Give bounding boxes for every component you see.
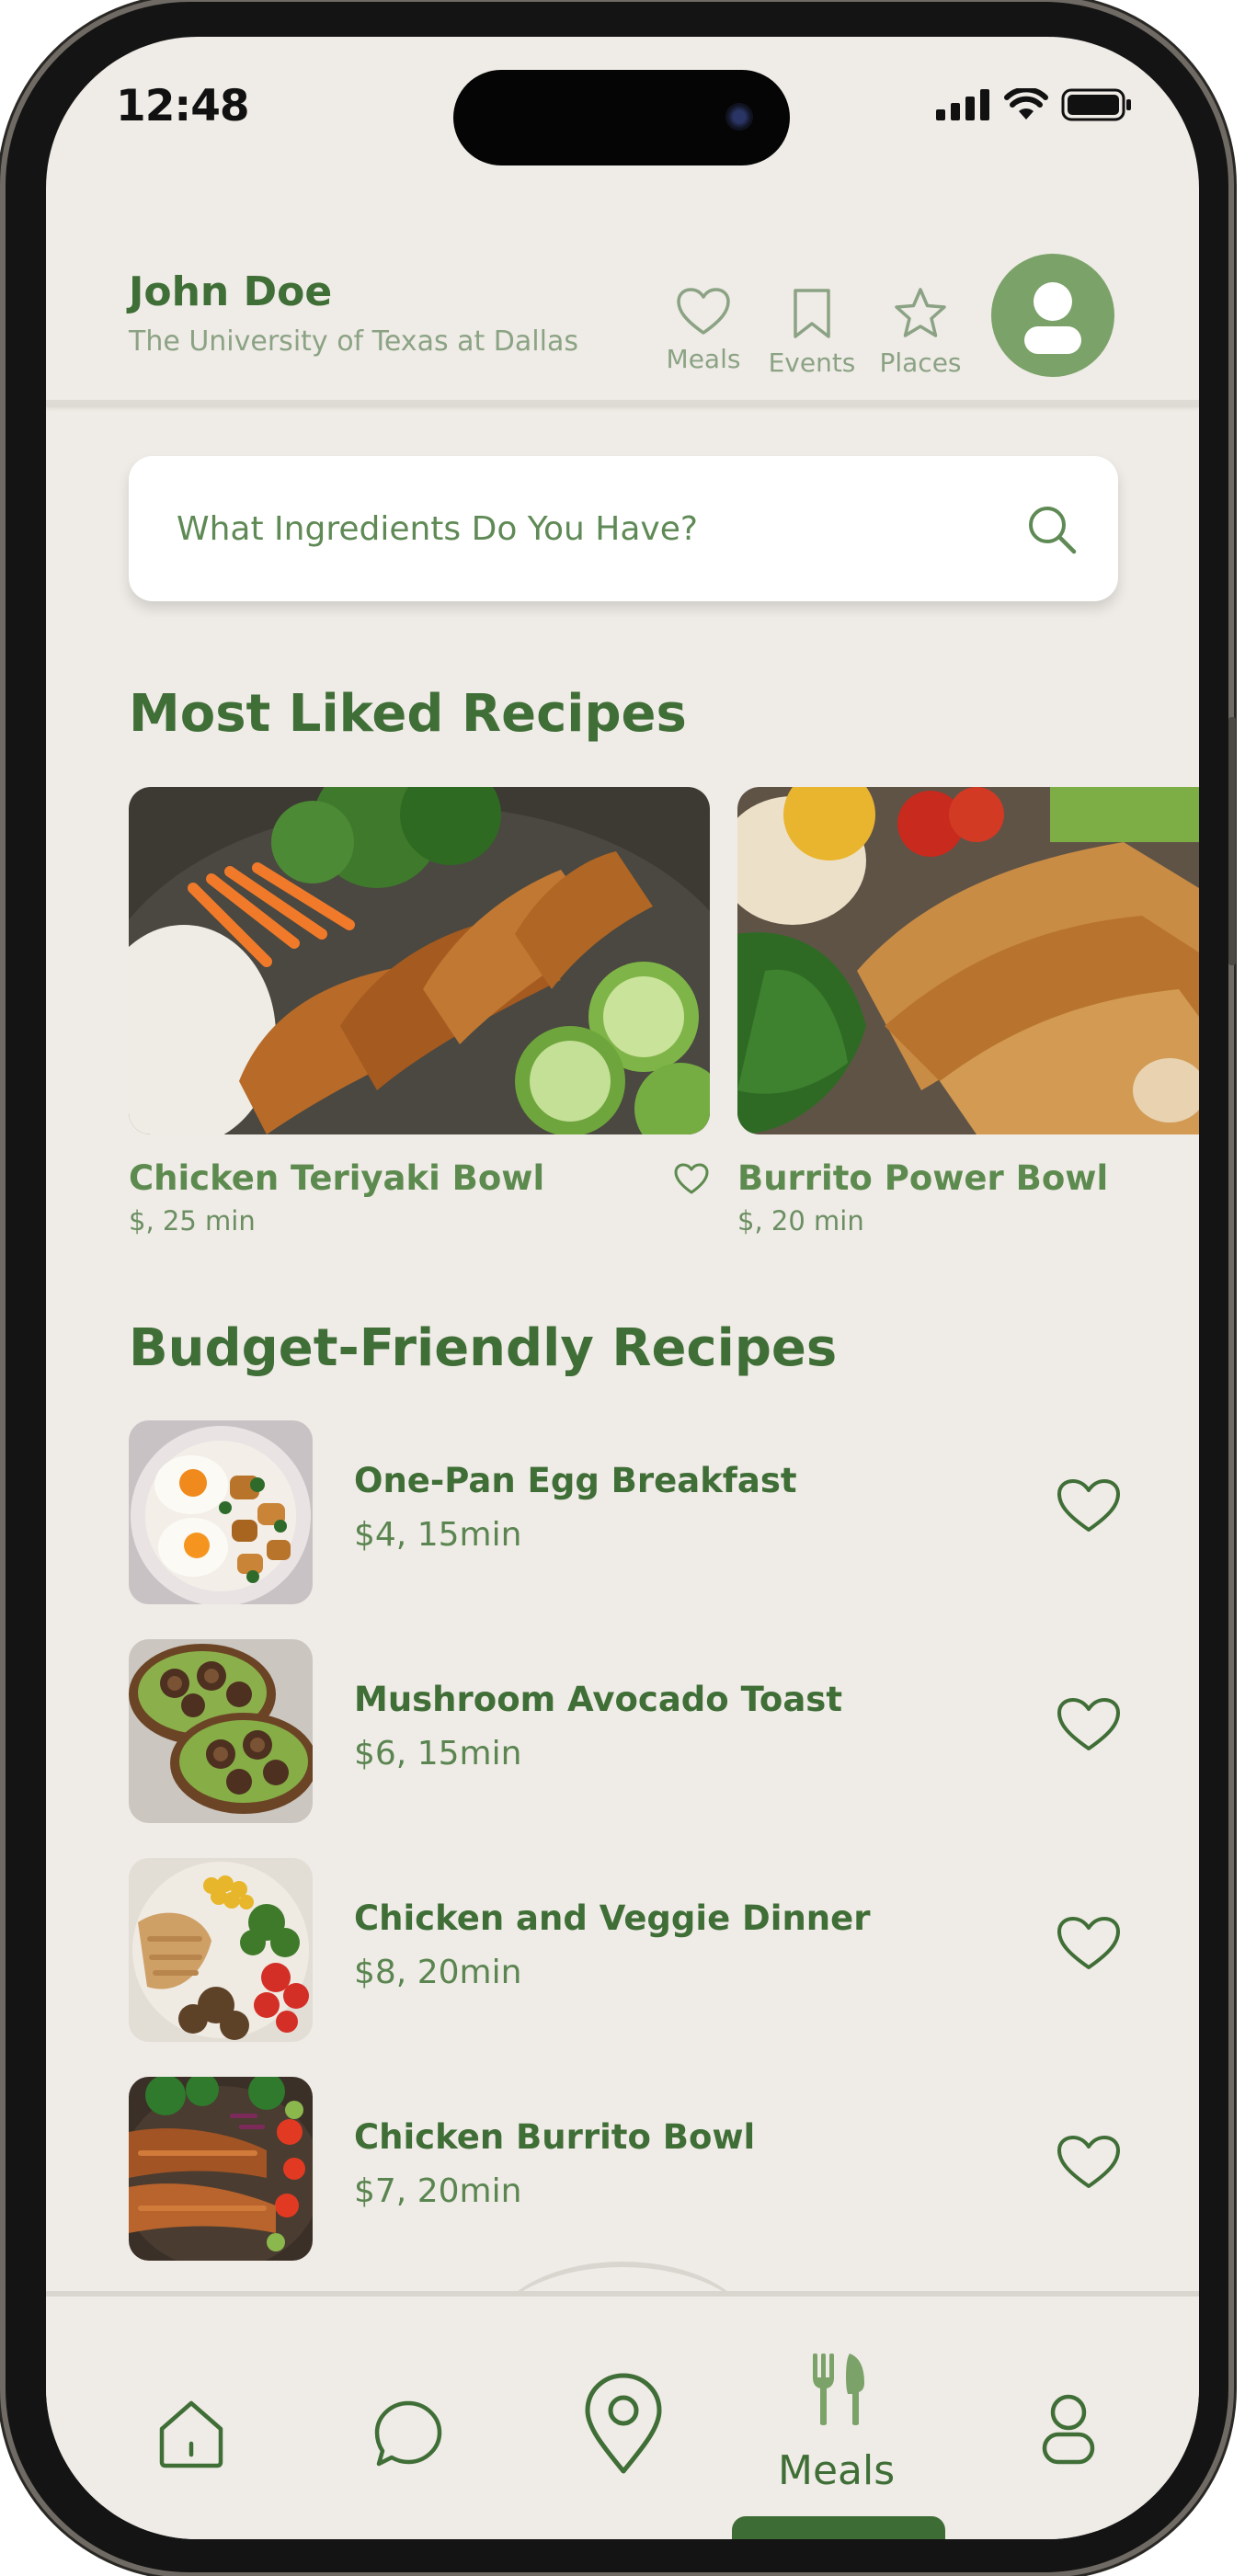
item-meta: $8, 20min bbox=[354, 1954, 522, 1991]
header-nav-places[interactable]: Places bbox=[870, 287, 971, 378]
recipe-thumbnail bbox=[129, 1639, 313, 1823]
nav-map[interactable] bbox=[582, 2372, 665, 2480]
card-meta: $, 20 min bbox=[737, 1205, 864, 1237]
wifi-icon bbox=[1004, 88, 1048, 120]
recipe-card[interactable]: Chicken Teriyaki Bowl $, 25 min bbox=[129, 787, 710, 1237]
burrito-bowl-photo bbox=[737, 787, 1199, 1134]
list-item[interactable]: Chicken and Veggie Dinner $8, 20min bbox=[129, 1858, 1122, 2042]
header-divider bbox=[46, 400, 1199, 407]
status-time: 12:48 bbox=[116, 81, 250, 131]
nav-chat[interactable] bbox=[371, 2398, 445, 2475]
chicken-burrito-bowl-photo bbox=[129, 2077, 313, 2261]
favorite-button[interactable] bbox=[1056, 1477, 1122, 1538]
nav-active-label: Meals bbox=[778, 2447, 896, 2494]
recipe-thumbnail bbox=[129, 2077, 313, 2261]
teriyaki-bowl-photo bbox=[129, 787, 710, 1134]
avocado-toast-photo bbox=[129, 1639, 313, 1823]
item-title: One-Pan Egg Breakfast bbox=[354, 1461, 797, 1500]
home-icon bbox=[159, 2400, 223, 2468]
recipe-thumbnail bbox=[129, 1858, 313, 2042]
status-icons bbox=[936, 88, 1133, 121]
heart-icon bbox=[677, 288, 730, 335]
heart-icon bbox=[674, 1163, 709, 1194]
header-nav-label: Meals bbox=[666, 344, 741, 374]
item-meta: $6, 15min bbox=[354, 1735, 522, 1772]
header-nav-label: Events bbox=[768, 348, 856, 378]
recipe-image bbox=[737, 787, 1199, 1134]
avatar[interactable] bbox=[991, 254, 1114, 377]
nav-home[interactable] bbox=[154, 2398, 228, 2475]
nav-meals[interactable] bbox=[811, 2352, 868, 2431]
item-title: Chicken Burrito Bowl bbox=[354, 2117, 756, 2157]
item-title: Mushroom Avocado Toast bbox=[354, 1680, 843, 1719]
star-icon bbox=[895, 288, 946, 337]
search-button[interactable] bbox=[1024, 502, 1079, 561]
section-title-budget: Budget-Friendly Recipes bbox=[129, 1318, 838, 1378]
search-input[interactable] bbox=[175, 493, 988, 564]
egg-breakfast-photo bbox=[129, 1420, 313, 1604]
recipe-image bbox=[129, 787, 710, 1134]
search-bar[interactable] bbox=[129, 456, 1118, 601]
header-nav-meals[interactable]: Meals bbox=[653, 287, 754, 374]
chat-icon bbox=[374, 2400, 442, 2467]
list-item[interactable]: Chicken Burrito Bowl $7, 20min bbox=[129, 2077, 1122, 2261]
bookmark-icon bbox=[794, 289, 830, 338]
search-icon bbox=[1029, 507, 1077, 554]
favorite-button[interactable] bbox=[1056, 1696, 1122, 1757]
user-school: The University of Texas at Dallas bbox=[129, 325, 578, 358]
card-title: Burrito Power Bowl bbox=[737, 1158, 1109, 1198]
map-pin-icon bbox=[585, 2373, 662, 2474]
item-meta: $4, 15min bbox=[354, 1516, 522, 1554]
app-screen: 12:48 John Doe The University of Texas a… bbox=[46, 37, 1199, 2539]
battery-icon bbox=[1061, 88, 1131, 121]
user-name: John Doe bbox=[129, 268, 333, 315]
item-title: Chicken and Veggie Dinner bbox=[354, 1898, 871, 1938]
favorite-button[interactable] bbox=[1056, 2134, 1122, 2194]
fork-knife-icon bbox=[813, 2354, 864, 2425]
nav-profile[interactable] bbox=[1041, 2392, 1096, 2473]
recipe-card[interactable]: Burrito Power Bowl $, 20 min bbox=[737, 787, 1199, 1237]
section-title-most-liked: Most Liked Recipes bbox=[129, 684, 687, 744]
card-title: Chicken Teriyaki Bowl bbox=[129, 1158, 545, 1198]
list-item[interactable]: Mushroom Avocado Toast $6, 15min bbox=[129, 1639, 1122, 1823]
favorite-button[interactable] bbox=[1056, 1915, 1122, 1976]
favorite-button[interactable] bbox=[673, 1162, 710, 1199]
profile-icon bbox=[1042, 2394, 1095, 2465]
heart-icon bbox=[1057, 1479, 1120, 1532]
header-nav-events[interactable]: Events bbox=[761, 287, 862, 378]
power-button bbox=[1228, 717, 1236, 965]
camera-icon bbox=[725, 103, 753, 131]
active-tab-indicator bbox=[732, 2516, 945, 2539]
list-item[interactable]: One-Pan Egg Breakfast $4, 15min bbox=[129, 1420, 1122, 1604]
user-icon bbox=[1024, 282, 1081, 354]
card-meta: $, 25 min bbox=[129, 1205, 256, 1237]
cellular-signal-icon bbox=[936, 89, 989, 120]
header-nav-label: Places bbox=[879, 348, 962, 378]
dynamic-island bbox=[453, 70, 790, 165]
chicken-veggie-dinner-photo bbox=[129, 1858, 313, 2042]
item-meta: $7, 20min bbox=[354, 2172, 522, 2210]
heart-icon bbox=[1057, 1698, 1120, 1750]
recipe-thumbnail bbox=[129, 1420, 313, 1604]
app-header: John Doe The University of Texas at Dall… bbox=[46, 184, 1199, 408]
heart-icon bbox=[1057, 1917, 1120, 1969]
heart-icon bbox=[1057, 2136, 1120, 2188]
